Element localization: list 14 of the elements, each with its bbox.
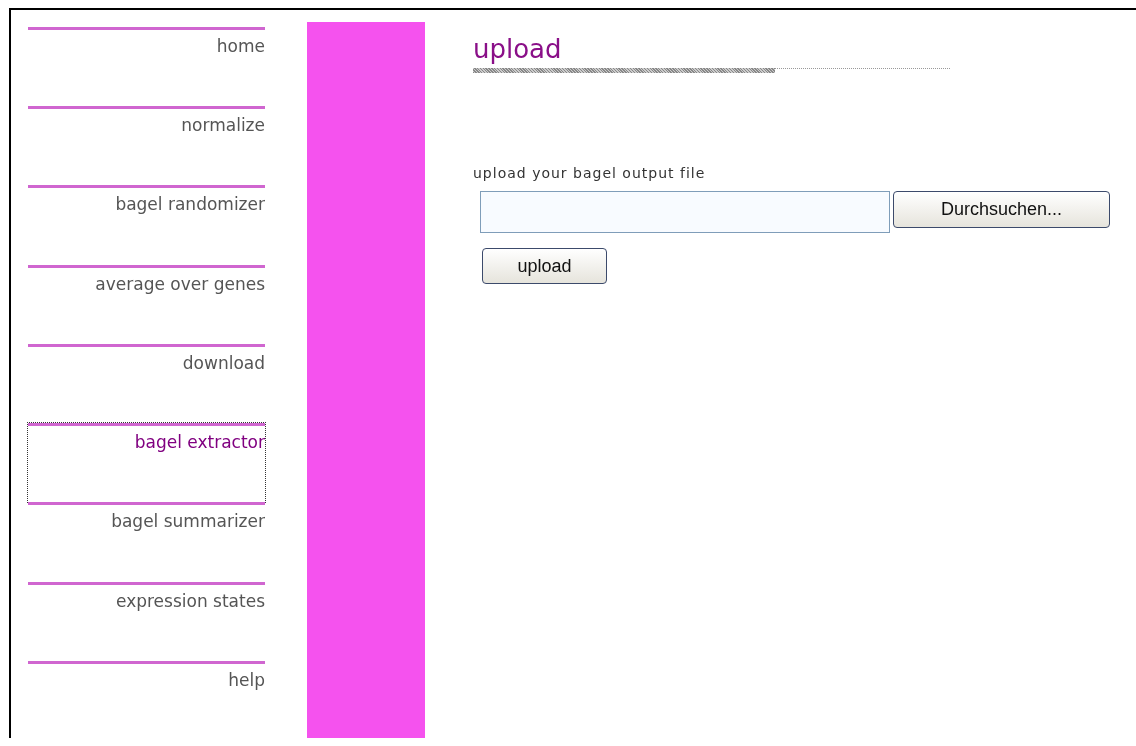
nav-link[interactable]: bagel randomizer <box>28 185 265 265</box>
nav-link[interactable]: average over genes <box>28 264 265 344</box>
upload-button[interactable]: upload <box>482 248 607 284</box>
nav-link[interactable]: help <box>28 660 265 738</box>
nav-link[interactable]: bagel summarizer <box>28 502 265 582</box>
nav-link[interactable]: home <box>28 27 265 107</box>
browse-button[interactable]: Durchsuchen... <box>893 191 1110 228</box>
page-title: upload <box>473 33 562 66</box>
nav-link[interactable]: download <box>28 343 265 424</box>
nav-link[interactable]: expression states <box>28 581 265 661</box>
field-label: upload your bagel output file <box>473 165 706 181</box>
nav-link[interactable]: bagel extractor <box>28 423 265 503</box>
file-path-field[interactable] <box>480 191 890 233</box>
nav-link[interactable]: normalize <box>28 106 265 186</box>
